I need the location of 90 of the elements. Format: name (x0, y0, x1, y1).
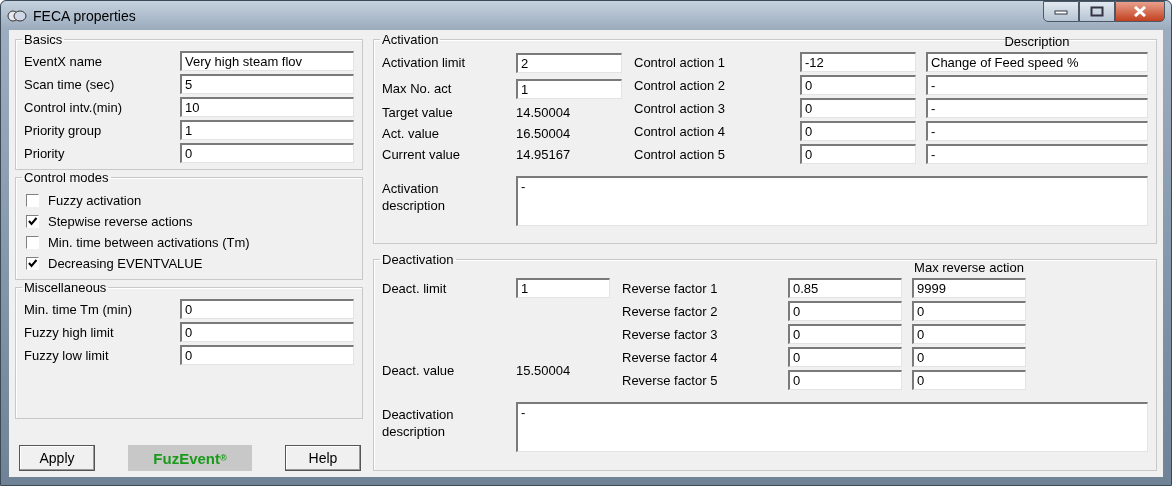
field-label: Control action 4 (634, 123, 727, 139)
field-label: Control action 3 (634, 100, 727, 116)
value-label: Current value (382, 147, 462, 163)
value-reading: 14.50004 (516, 105, 572, 120)
input-field[interactable]: - (926, 144, 1148, 164)
field-label: Reverse factor 4 (622, 349, 719, 365)
value-reading: 14.95167 (516, 147, 572, 163)
input-field[interactable]: Change of Feed speed % (926, 52, 1148, 72)
field-label: Max No. act (382, 81, 453, 97)
input-field[interactable]: 0 (912, 301, 1026, 321)
input-field[interactable]: -12 (800, 52, 916, 72)
field-label: Control action 2 (634, 77, 727, 93)
checkbox[interactable] (26, 194, 39, 207)
input-field[interactable]: 0.85 (788, 278, 902, 298)
minimize-icon (1054, 8, 1068, 15)
action-button[interactable]: Help (285, 445, 361, 471)
checkbox-label: Decreasing EVENTVALUE (48, 256, 203, 271)
field-label: Reverse factor 2 (622, 303, 719, 319)
field-label: Scan time (sec) (24, 76, 116, 92)
input-field[interactable]: 9999 (912, 278, 1026, 298)
input-field[interactable]: - (926, 98, 1148, 118)
window-title: FECA properties (33, 7, 136, 24)
input-field[interactable]: 0 (800, 121, 916, 141)
field-label: Control intv.(min) (24, 99, 123, 115)
action-button[interactable]: Apply (19, 445, 95, 471)
field-label: Reverse factor 1 (622, 280, 719, 296)
input-field[interactable]: 0 (912, 347, 1026, 367)
value-reading: 16.50004 (516, 126, 572, 142)
field-label: Reverse factor 5 (622, 372, 719, 388)
value-label: Target value (382, 105, 454, 120)
maximize-button[interactable] (1079, 1, 1115, 22)
field-label: Priority (24, 145, 66, 161)
input-field[interactable]: 0 (788, 347, 902, 367)
checkbox[interactable] (26, 215, 39, 228)
checkbox-label: Min. time between activations (Tm) (48, 235, 250, 250)
product-logo: FuzEvent$^{®}$ (128, 445, 252, 471)
field-label: EventX name (24, 53, 104, 69)
section-title: Miscellaneous (23, 280, 108, 295)
text-area[interactable]: - (516, 402, 1148, 452)
input-field[interactable]: 1 (516, 78, 622, 99)
text-area[interactable]: - (516, 176, 1148, 226)
checkbox-label: Fuzzy activation (48, 193, 142, 208)
input-field[interactable]: 5 (180, 74, 354, 94)
value-reading: 15.50004 (516, 363, 572, 378)
input-field[interactable]: 0 (800, 144, 916, 164)
input-field[interactable]: 0 (800, 75, 916, 95)
checkbox-label: Stepwise reverse actions (48, 214, 193, 229)
input-field[interactable]: 0 (800, 98, 916, 118)
value-label: Act. value (382, 126, 441, 142)
section-title: Basics (23, 32, 64, 47)
field-label: Activation description (382, 180, 446, 215)
input-field[interactable]: 0 (788, 370, 902, 390)
minimize-button[interactable] (1043, 1, 1079, 22)
field-label: Reverse factor 3 (622, 326, 719, 342)
input-field[interactable]: 0 (912, 370, 1026, 390)
field-label: Deact. limit (382, 280, 448, 296)
input-field[interactable]: 1 (516, 278, 610, 298)
section-title: Deactivation (381, 252, 455, 267)
input-field[interactable]: 0 (180, 299, 354, 319)
checkbox[interactable] (26, 257, 39, 270)
field-label: Fuzzy low limit (24, 347, 110, 363)
field-label: Deactivation description (382, 406, 455, 441)
section-title: Activation (381, 32, 440, 47)
input-field[interactable]: 0 (180, 345, 354, 365)
close-button[interactable] (1115, 1, 1165, 22)
close-icon (1133, 6, 1147, 17)
column-header: Description (1003, 35, 1071, 49)
app-icon (7, 8, 27, 23)
input-field[interactable]: 0 (180, 322, 354, 342)
input-field[interactable]: Very high steam flov (180, 51, 354, 71)
input-field[interactable]: 2 (516, 52, 622, 73)
value-label: Deact. value (382, 363, 456, 378)
input-field[interactable]: 0 (912, 324, 1026, 344)
input-field[interactable]: 1 (180, 120, 354, 140)
field-label: Control action 5 (634, 146, 727, 162)
input-field[interactable]: 0 (788, 301, 902, 321)
input-field[interactable]: 0 (180, 143, 354, 163)
field-label: Activation limit (382, 55, 467, 71)
input-field[interactable]: - (926, 121, 1148, 141)
input-field[interactable]: 10 (180, 97, 354, 117)
section-title: Control modes (23, 170, 110, 185)
input-field[interactable]: - (926, 75, 1148, 95)
field-label: Control action 1 (634, 54, 727, 70)
field-label: Priority group (24, 122, 103, 138)
input-field[interactable]: 0 (788, 324, 902, 344)
field-label: Fuzzy high limit (24, 324, 115, 340)
column-header: Max reverse action (913, 261, 1025, 275)
field-label: Min. time Tm (min) (24, 301, 134, 317)
maximize-icon (1090, 6, 1104, 17)
checkbox[interactable] (26, 236, 39, 249)
